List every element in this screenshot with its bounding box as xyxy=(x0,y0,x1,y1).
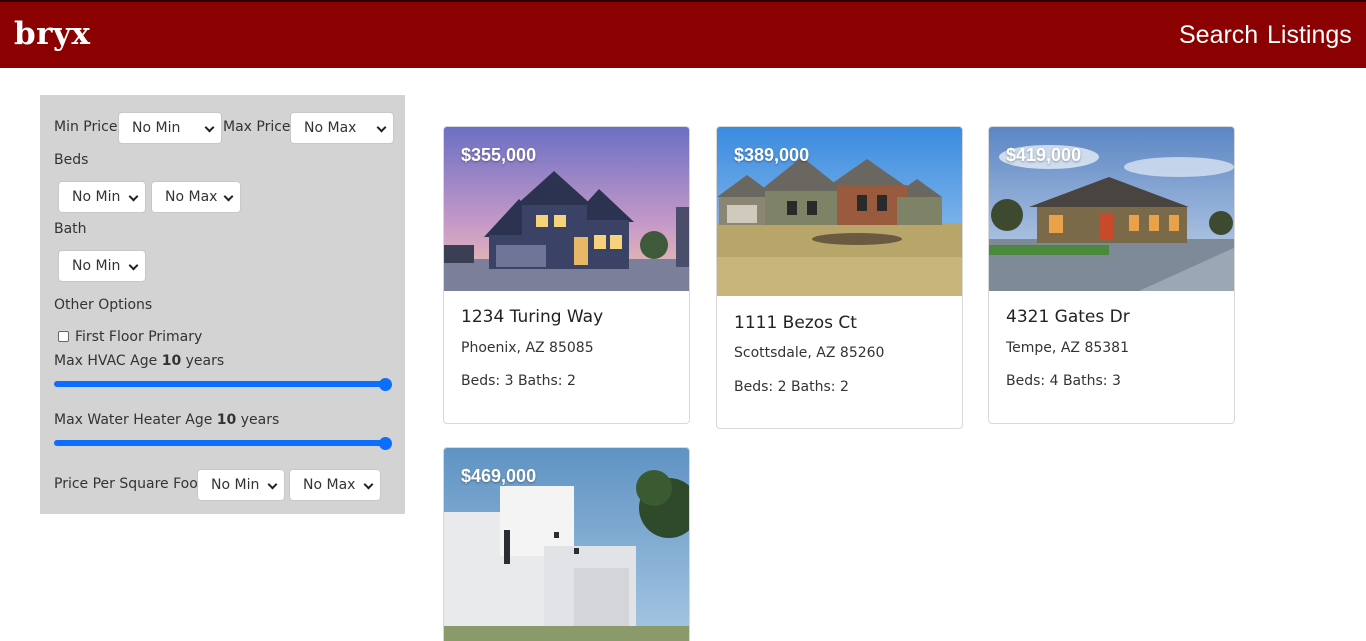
filter-panel: Min Price No Min Max Price No Max Beds N… xyxy=(40,95,405,514)
beds-max-value: No Max xyxy=(165,189,218,205)
baths-label: Baths: xyxy=(517,373,563,389)
listing-beds-baths: Beds: 2 Baths: 2 xyxy=(734,379,849,395)
hvac-age-suffix: years xyxy=(185,353,225,369)
price-per-sqft-max-value: No Max xyxy=(303,477,356,493)
listing-beds-baths: Beds: 4 Baths: 3 xyxy=(1006,373,1121,389)
bath-label: Bath xyxy=(54,221,87,237)
water-heater-age-slider[interactable] xyxy=(54,440,391,446)
chevron-down-icon xyxy=(376,122,387,133)
water-heater-age-slider-thumb[interactable] xyxy=(379,437,392,450)
bath-min-select[interactable]: No Min xyxy=(58,250,146,282)
baths-value: 3 xyxy=(1111,373,1121,389)
listing-address[interactable]: 1234 Turing Way xyxy=(461,307,603,327)
beds-label: Beds: xyxy=(461,373,501,389)
hvac-age-label: Max HVAC Age 10 years xyxy=(54,353,224,369)
hvac-age-value: 10 xyxy=(161,353,182,369)
listing-beds-baths: Beds: 3 Baths: 2 xyxy=(461,373,576,389)
beds-value: 3 xyxy=(504,373,514,389)
chevron-down-icon xyxy=(128,260,139,271)
baths-value: 2 xyxy=(839,379,849,395)
first-floor-primary-label[interactable]: First Floor Primary xyxy=(75,329,202,345)
price-per-sqft-min-value: No Min xyxy=(211,477,260,493)
price-per-sqft-label: Price Per Square Foot xyxy=(54,476,204,492)
brand-logo[interactable]: bryx xyxy=(14,16,91,52)
listing-address[interactable]: 4321 Gates Dr xyxy=(1006,307,1130,327)
water-heater-age-suffix: years xyxy=(240,412,280,428)
max-price-select[interactable]: No Max xyxy=(290,112,394,144)
nav-listings-link[interactable]: Listings xyxy=(1267,21,1352,50)
beds-max-select[interactable]: No Max xyxy=(151,181,241,213)
first-floor-primary-checkbox[interactable] xyxy=(58,331,69,342)
beds-value: 4 xyxy=(1049,373,1059,389)
baths-label: Baths: xyxy=(1062,373,1108,389)
chevron-down-icon xyxy=(204,122,215,133)
baths-value: 2 xyxy=(566,373,576,389)
listing-city: Scottsdale, AZ 85260 xyxy=(734,345,885,361)
listing-card[interactable]: $389,000 1111 Bezos Ct Scottsdale, AZ 85… xyxy=(716,126,963,429)
hvac-age-slider-thumb[interactable] xyxy=(379,378,392,391)
price-per-sqft-max-select[interactable]: No Max xyxy=(289,469,381,501)
listing-city: Tempe, AZ 85381 xyxy=(1006,340,1129,356)
top-navbar: bryx Search Listings xyxy=(0,0,1366,68)
hvac-age-slider[interactable] xyxy=(54,381,391,387)
beds-label: Beds: xyxy=(1006,373,1046,389)
beds-label: Beds: xyxy=(734,379,774,395)
baths-label: Baths: xyxy=(790,379,836,395)
listing-price: $389,000 xyxy=(734,145,810,165)
min-price-select[interactable]: No Min xyxy=(118,112,222,144)
bath-min-value: No Min xyxy=(72,258,121,274)
min-price-label: Min Price xyxy=(54,119,118,135)
chevron-down-icon xyxy=(128,191,139,202)
listing-city: Phoenix, AZ 85085 xyxy=(461,340,594,356)
water-heater-age-value: 10 xyxy=(216,412,237,428)
chevron-down-icon xyxy=(363,479,374,490)
water-heater-age-prefix: Max Water Heater Age xyxy=(54,412,213,428)
beds-min-value: No Min xyxy=(72,189,121,205)
beds-value: 2 xyxy=(777,379,787,395)
listing-address[interactable]: 1111 Bezos Ct xyxy=(734,313,857,333)
max-price-label: Max Price xyxy=(223,119,291,135)
listing-card[interactable]: $355,000 1234 Turing Way Phoenix, AZ 850… xyxy=(443,126,690,424)
beds-label: Beds xyxy=(54,152,89,168)
hvac-age-prefix: Max HVAC Age xyxy=(54,353,158,369)
listing-card[interactable]: $469,000 xyxy=(443,447,690,641)
min-price-value: No Min xyxy=(132,120,181,136)
max-price-value: No Max xyxy=(304,120,357,136)
listing-price: $355,000 xyxy=(461,145,537,165)
chevron-down-icon xyxy=(223,191,234,202)
listing-card[interactable]: $419,000 4321 Gates Dr Tempe, AZ 85381 B… xyxy=(988,126,1235,424)
chevron-down-icon xyxy=(267,479,278,490)
price-per-sqft-min-select[interactable]: No Min xyxy=(197,469,285,501)
listing-price: $419,000 xyxy=(1006,145,1082,165)
other-options-heading: Other Options xyxy=(54,297,153,313)
beds-min-select[interactable]: No Min xyxy=(58,181,146,213)
nav-search-link[interactable]: Search xyxy=(1179,21,1258,50)
listing-price: $469,000 xyxy=(461,466,537,486)
water-heater-age-label: Max Water Heater Age 10 years xyxy=(54,412,279,428)
